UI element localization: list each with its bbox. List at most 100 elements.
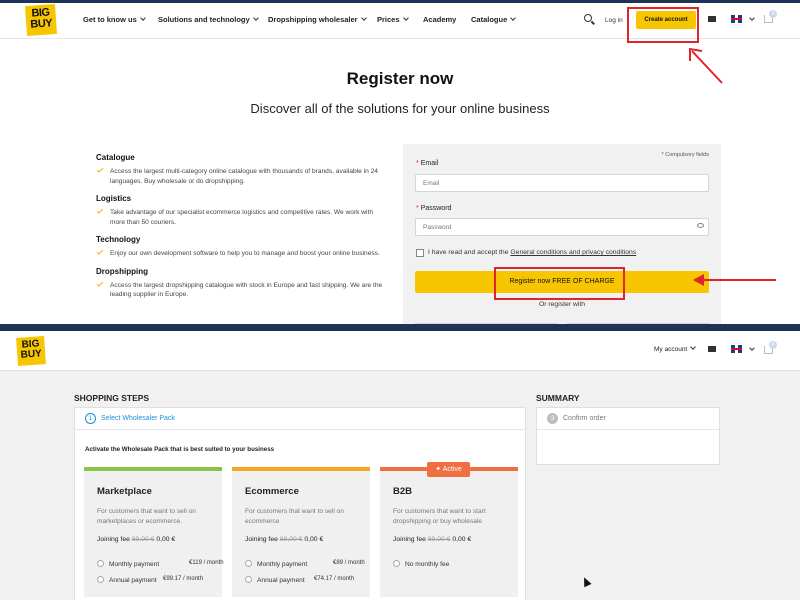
features-list: Catalogue Access the largest multi-categ… — [96, 153, 386, 308]
terms-text: I have read and accept the General condi… — [428, 249, 636, 256]
radio-button[interactable] — [97, 576, 104, 583]
annotation-highlight-box — [627, 7, 699, 43]
cart-count-badge: 0 — [769, 341, 777, 349]
annotation-arrow-icon — [693, 274, 776, 286]
email-field[interactable] — [415, 174, 709, 192]
option-price: €89 / month — [333, 560, 365, 566]
mail-icon[interactable] — [708, 16, 716, 22]
bigbuy-logo[interactable]: BIG BUY — [24, 3, 58, 37]
pack-description: For customers that want to sell on ecomm… — [245, 508, 344, 525]
payment-option[interactable]: Annual payment €74.17 / month — [245, 576, 365, 584]
activate-instruction: Activate the Wholesale Pack that is best… — [85, 446, 275, 453]
nav-label: Solutions and technology — [158, 15, 250, 24]
radio-button[interactable] — [245, 560, 252, 567]
pack-title: Marketplace — [97, 486, 152, 497]
email-label: * Email — [416, 160, 438, 167]
fee-old: 89,00 € — [427, 536, 451, 543]
pack-card-marketplace[interactable]: Marketplace For customers that want to s… — [84, 467, 224, 597]
nav-get-to-know-us[interactable]: Get to know us — [83, 15, 146, 24]
active-badge-label: Active — [442, 466, 462, 473]
summary-heading: SUMMARY — [536, 393, 580, 403]
step-confirm-order[interactable]: 3 Confirm order — [537, 408, 719, 430]
or-register-with: Or register with — [538, 301, 586, 308]
password-field[interactable] — [415, 218, 709, 236]
password-label-text: Password — [420, 205, 452, 212]
fee-label: Joining fee — [97, 536, 130, 543]
feature-text: Access the largest dropshipping catalogu… — [110, 281, 383, 299]
fee-old: 89,00 € — [131, 536, 155, 543]
pack-description: For customers that want to start dropshi… — [393, 508, 486, 525]
nav-solutions[interactable]: Solutions and technology — [158, 15, 259, 24]
register-page: BIG BUY Get to know us Solutions and tec… — [0, 0, 800, 324]
feature-body: Take advantage of our specialist ecommer… — [96, 207, 386, 227]
payment-option[interactable]: Monthly payment €119 / month — [97, 560, 224, 568]
summary-panel: 3 Confirm order — [536, 407, 720, 465]
nav-label: Get to know us — [83, 15, 137, 24]
my-account-menu[interactable]: My account — [654, 344, 697, 353]
chevron-down-icon — [749, 15, 755, 21]
page-title: Register now — [346, 69, 454, 88]
radio-button[interactable] — [245, 576, 252, 583]
feature-body: Access the largest dropshipping catalogu… — [96, 279, 386, 300]
email-label-text: Email — [420, 160, 439, 167]
option-label: Annual payment — [257, 577, 305, 584]
option-price: €119 / month — [189, 560, 224, 566]
feature-body: Enjoy our own development software to he… — [96, 248, 386, 259]
payment-option[interactable]: Monthly payment €89 / month — [245, 560, 365, 568]
eye-icon[interactable] — [697, 223, 704, 228]
nav-catalogue[interactable]: Catalogue — [471, 15, 517, 24]
fee-new: 0,00 € — [156, 536, 176, 543]
step-label: Select Wholesaler Pack — [101, 415, 175, 422]
uk-flag-icon[interactable] — [731, 345, 742, 353]
fee-label: Joining fee — [245, 536, 278, 543]
option-label: No monthly fee — [405, 561, 450, 568]
payment-option[interactable]: No monthly fee — [393, 560, 449, 568]
terms-prefix: I have read and accept the — [428, 249, 511, 256]
nav-label: Catalogue — [471, 15, 508, 24]
nav-academy[interactable]: Academy — [423, 15, 456, 24]
my-account-label: My account — [654, 346, 688, 353]
nav-prices[interactable]: Prices — [377, 15, 409, 24]
fee-new: 0,00 € — [452, 536, 472, 543]
radio-button[interactable] — [97, 560, 104, 567]
bigbuy-logo[interactable]: BIG BUY — [16, 336, 46, 366]
pack-card-b2b[interactable]: B2B For customers that want to start dro… — [380, 467, 518, 597]
pack-fee: Joining fee 89,00 € 0,00 € — [245, 536, 323, 543]
chevron-down-icon — [402, 15, 409, 21]
fee-label: Joining fee — [393, 536, 426, 543]
pack-card-ecommerce[interactable]: Ecommerce For customers that want to sel… — [232, 467, 370, 597]
mouse-cursor-icon — [580, 575, 592, 588]
chevron-down-icon — [510, 15, 517, 21]
shopping-steps-panel: 1 Select Wholesaler Pack Activate the Wh… — [74, 407, 526, 600]
uk-flag-icon[interactable] — [731, 15, 742, 23]
pack-fee: Joining fee 89,00 € 0,00 € — [97, 536, 175, 543]
checkout-page: BIG BUY My account 0 SHOPPING STEPS SUMM… — [0, 331, 800, 600]
login-link[interactable]: Log in — [605, 17, 623, 24]
search-icon[interactable] — [584, 14, 592, 22]
chevron-down-icon — [252, 15, 259, 21]
feature-title: Dropshipping — [96, 266, 148, 276]
nav-label: Dropshipping wholesaler — [268, 15, 358, 24]
step-select-pack[interactable]: 1 Select Wholesaler Pack — [75, 408, 525, 430]
terms-checkbox[interactable] — [416, 249, 424, 257]
mail-icon[interactable] — [708, 346, 716, 352]
active-badge: ✦ Active — [427, 462, 470, 477]
feature-text: Take advantage of our specialist ecommer… — [110, 209, 374, 226]
nav-label: Prices — [377, 15, 400, 24]
pack-fee: Joining fee 89,00 € 0,00 € — [393, 536, 471, 543]
feature-dropshipping: Dropshipping Access the largest dropship… — [96, 267, 386, 300]
chevron-down-icon — [690, 344, 697, 350]
annotation-highlight-box — [494, 267, 625, 300]
nav-dropshipping[interactable]: Dropshipping wholesaler — [268, 15, 367, 24]
radio-button[interactable] — [393, 560, 400, 567]
feature-logistics: Logistics Take advantage of our speciali… — [96, 194, 386, 227]
payment-option[interactable]: Annual payment €99.17 / month — [97, 576, 217, 584]
chevron-down-icon — [749, 345, 755, 351]
option-label: Monthly payment — [109, 561, 160, 568]
feature-catalogue: Catalogue Access the largest multi-categ… — [96, 153, 386, 186]
terms-link[interactable]: General conditions and privacy condition… — [510, 249, 636, 256]
password-label: * Password — [416, 205, 451, 212]
feature-title: Technology — [96, 235, 141, 244]
compulsory-note: * Compulsory fields — [661, 152, 709, 158]
page-subtitle: Discover all of the solutions for your o… — [250, 101, 550, 116]
